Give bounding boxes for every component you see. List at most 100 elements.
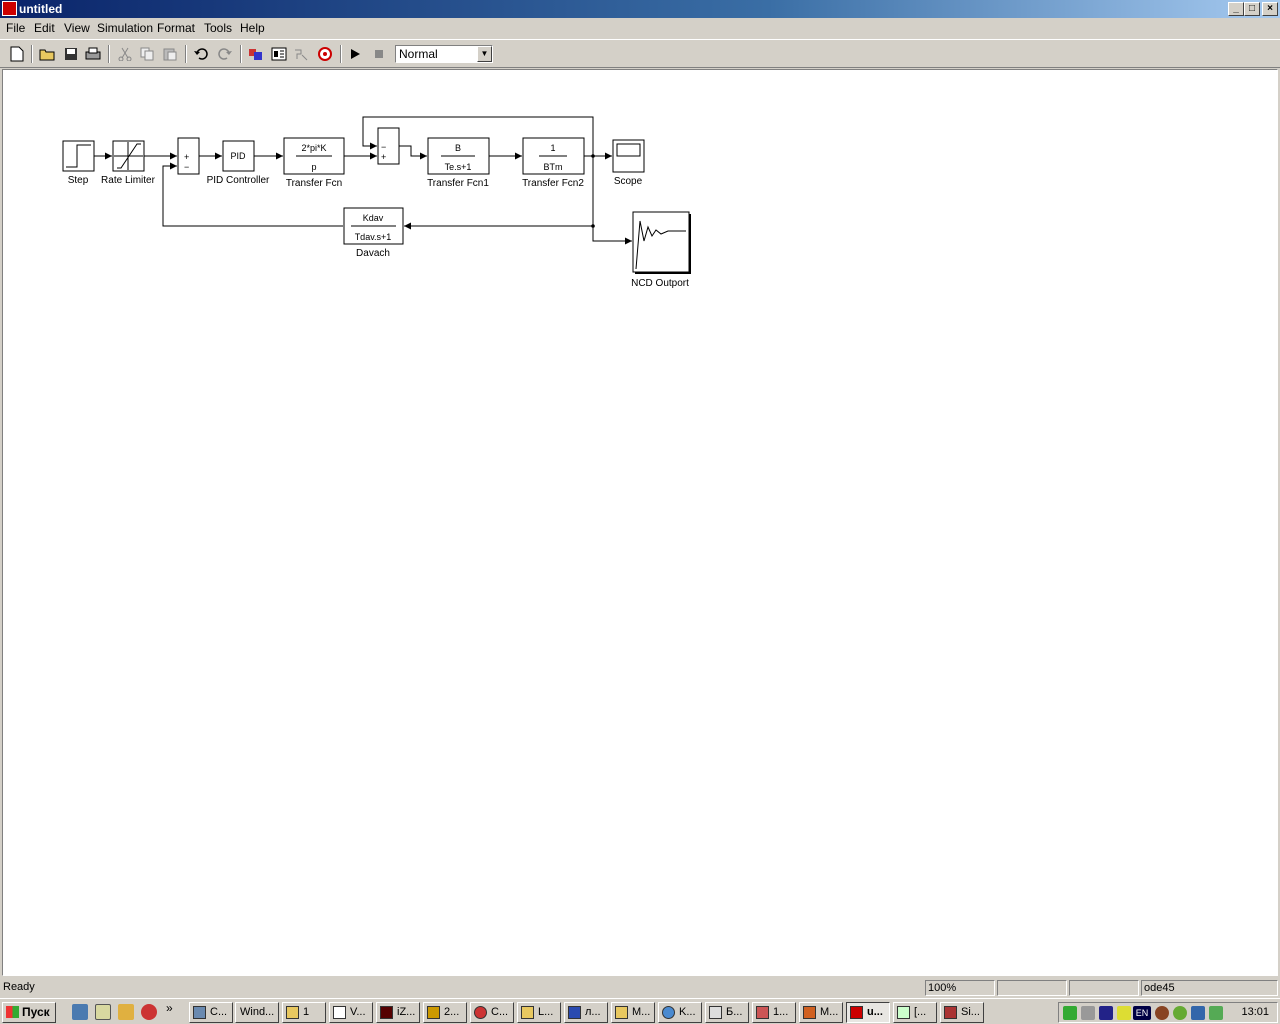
taskbar: Пуск » C... Wind... 1 V... iZ... 2... C.… — [0, 998, 1280, 1024]
transfer-fcn1-block[interactable]: B Te.s+1 Transfer Fcn1 — [427, 137, 490, 189]
target-icon[interactable] — [315, 44, 335, 64]
chevron-down-icon[interactable]: ▼ — [477, 46, 492, 62]
paste-icon[interactable] — [160, 44, 180, 64]
davach-numerator: Kdav — [363, 213, 384, 223]
taskbar-button[interactable]: V... — [329, 1002, 373, 1023]
taskbar-button[interactable]: Б... — [705, 1002, 749, 1023]
scope-block[interactable]: Scope — [612, 139, 645, 187]
close-button[interactable]: × — [1262, 2, 1278, 16]
ncd-outport-block[interactable]: NCD Outport — [631, 211, 691, 289]
quicklaunch-more-icon[interactable]: » — [166, 1001, 173, 1015]
transfer-fcn1-label: Transfer Fcn1 — [427, 178, 489, 189]
copy-icon[interactable] — [137, 44, 157, 64]
opera-icon — [474, 1006, 487, 1019]
matlab-icon — [803, 1006, 816, 1019]
taskbar-button[interactable]: L... — [517, 1002, 561, 1023]
tray-icon[interactable] — [1117, 1006, 1131, 1020]
window-icon — [897, 1006, 910, 1019]
redo-icon[interactable] — [215, 44, 235, 64]
step-block[interactable]: Step — [62, 140, 95, 186]
signal-line[interactable] — [399, 145, 427, 160]
taskbar-button[interactable]: 1... — [752, 1002, 796, 1023]
quicklaunch-icon[interactable] — [118, 1004, 134, 1020]
pid-block-text: PID — [230, 151, 246, 161]
window-icon — [662, 1006, 675, 1019]
toolbar-separator — [240, 45, 242, 63]
debug-icon[interactable] — [291, 44, 311, 64]
taskbar-button[interactable]: [... — [893, 1002, 937, 1023]
menu-help[interactable]: Help — [240, 21, 265, 35]
model-canvas[interactable]: Step Rate Limiter + − PID PID Controller… — [2, 69, 1278, 976]
sum-block-1[interactable]: + − — [177, 137, 200, 175]
taskbar-button[interactable]: M... — [611, 1002, 655, 1023]
new-file-icon[interactable] — [7, 44, 27, 64]
tray-icon[interactable] — [1099, 1006, 1113, 1020]
davach-denominator: Tdav.s+1 — [355, 232, 392, 242]
block-diagram[interactable]: Step Rate Limiter + − PID PID Controller… — [3, 70, 1278, 976]
minimize-button[interactable]: _ — [1228, 2, 1244, 16]
start-button[interactable]: Пуск — [2, 1002, 56, 1023]
taskbar-button[interactable]: 2... — [423, 1002, 467, 1023]
taskbar-button[interactable]: 1 — [282, 1002, 326, 1023]
menu-format[interactable]: Format — [157, 21, 195, 35]
menu-view[interactable]: View — [64, 21, 90, 35]
transfer-fcn2-block[interactable]: 1 BTm Transfer Fcn2 — [522, 137, 585, 189]
tray-icon[interactable] — [1155, 1006, 1169, 1020]
taskbar-button[interactable]: K... — [658, 1002, 702, 1023]
opera-icon[interactable] — [141, 1004, 157, 1020]
stop-simulation-icon[interactable] — [369, 44, 389, 64]
sum-block-2[interactable]: − + — [377, 127, 400, 165]
show-desktop-icon[interactable] — [72, 1004, 88, 1020]
folder-icon — [521, 1006, 534, 1019]
pid-controller-block[interactable]: PID PID Controller — [207, 140, 270, 186]
sum1-minus-sign: − — [184, 162, 189, 172]
zoom-indicator: 100% — [925, 980, 995, 996]
system-tray: EN 13:01 — [1058, 1002, 1278, 1023]
taskbar-button-active[interactable]: u... — [846, 1002, 890, 1023]
print-icon[interactable] — [83, 44, 103, 64]
menu-file[interactable]: File — [6, 21, 25, 35]
title-bar: untitled _ □ × — [0, 0, 1280, 18]
maximize-button[interactable]: □ — [1244, 2, 1260, 16]
network-icon[interactable] — [1191, 1006, 1205, 1020]
simulation-mode-select[interactable]: Normal ▼ — [395, 45, 493, 63]
open-folder-icon[interactable] — [37, 44, 57, 64]
menu-tools[interactable]: Tools — [204, 21, 232, 35]
branch-point — [591, 154, 595, 158]
notepad-icon[interactable] — [95, 1004, 111, 1020]
taskbar-button[interactable]: C... — [189, 1002, 233, 1023]
taskbar-button[interactable]: M... — [799, 1002, 843, 1023]
simulink-app-icon[interactable] — [2, 1, 17, 16]
davach-block[interactable]: Kdav Tdav.s+1 Davach — [343, 207, 404, 259]
sum1-plus-sign: + — [184, 152, 189, 162]
library-browser-icon[interactable] — [246, 44, 266, 64]
tray-icon[interactable] — [1209, 1006, 1223, 1020]
windows-logo-icon — [6, 1006, 19, 1018]
taskbar-button[interactable]: Si... — [940, 1002, 984, 1023]
window-icon — [427, 1006, 440, 1019]
tray-icon[interactable] — [1173, 1006, 1187, 1020]
simulation-mode-value: Normal — [399, 47, 438, 61]
start-simulation-icon[interactable] — [345, 44, 365, 64]
taskbar-button[interactable]: C... — [470, 1002, 514, 1023]
menu-simulation[interactable]: Simulation — [97, 21, 153, 35]
window-icon — [756, 1006, 769, 1019]
cut-icon[interactable] — [115, 44, 135, 64]
word-icon — [568, 1006, 581, 1019]
menu-bar: File Edit View Simulation Format Tools H… — [0, 18, 1280, 38]
volume-icon[interactable] — [1081, 1006, 1095, 1020]
menu-edit[interactable]: Edit — [34, 21, 55, 35]
toolbar-separator — [108, 45, 110, 63]
undo-icon[interactable] — [191, 44, 211, 64]
save-icon[interactable] — [61, 44, 81, 64]
taskbar-button[interactable]: iZ... — [376, 1002, 420, 1023]
transfer-fcn1-numerator: B — [455, 143, 461, 153]
language-indicator[interactable]: EN — [1133, 1006, 1151, 1020]
rate-limiter-block[interactable]: Rate Limiter — [101, 140, 156, 186]
taskbar-button[interactable]: л... — [564, 1002, 608, 1023]
model-browser-icon[interactable] — [269, 44, 289, 64]
transfer-fcn-block[interactable]: 2*pi*K p Transfer Fcn — [283, 137, 345, 189]
window-icon — [333, 1006, 346, 1019]
tray-icon[interactable] — [1063, 1006, 1077, 1020]
taskbar-button[interactable]: Wind... — [235, 1002, 279, 1023]
